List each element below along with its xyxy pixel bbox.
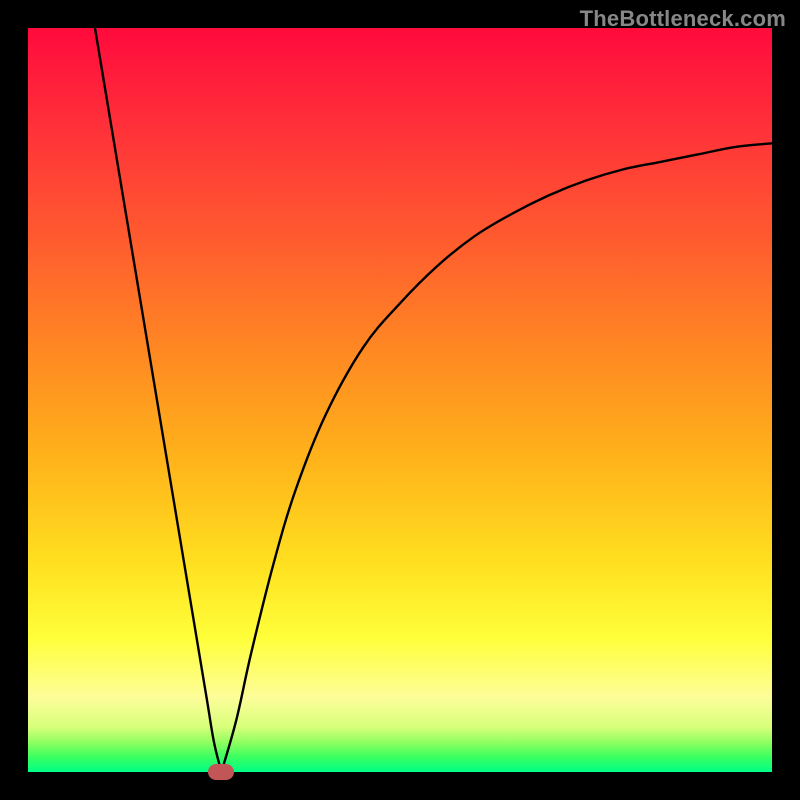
plot-area: [28, 28, 772, 772]
curve-layer: [28, 28, 772, 772]
chart-frame: TheBottleneck.com: [0, 0, 800, 800]
minimum-marker: [208, 764, 234, 780]
left-branch-path: [95, 28, 221, 772]
right-branch-path: [221, 143, 772, 772]
watermark-text: TheBottleneck.com: [580, 6, 786, 32]
